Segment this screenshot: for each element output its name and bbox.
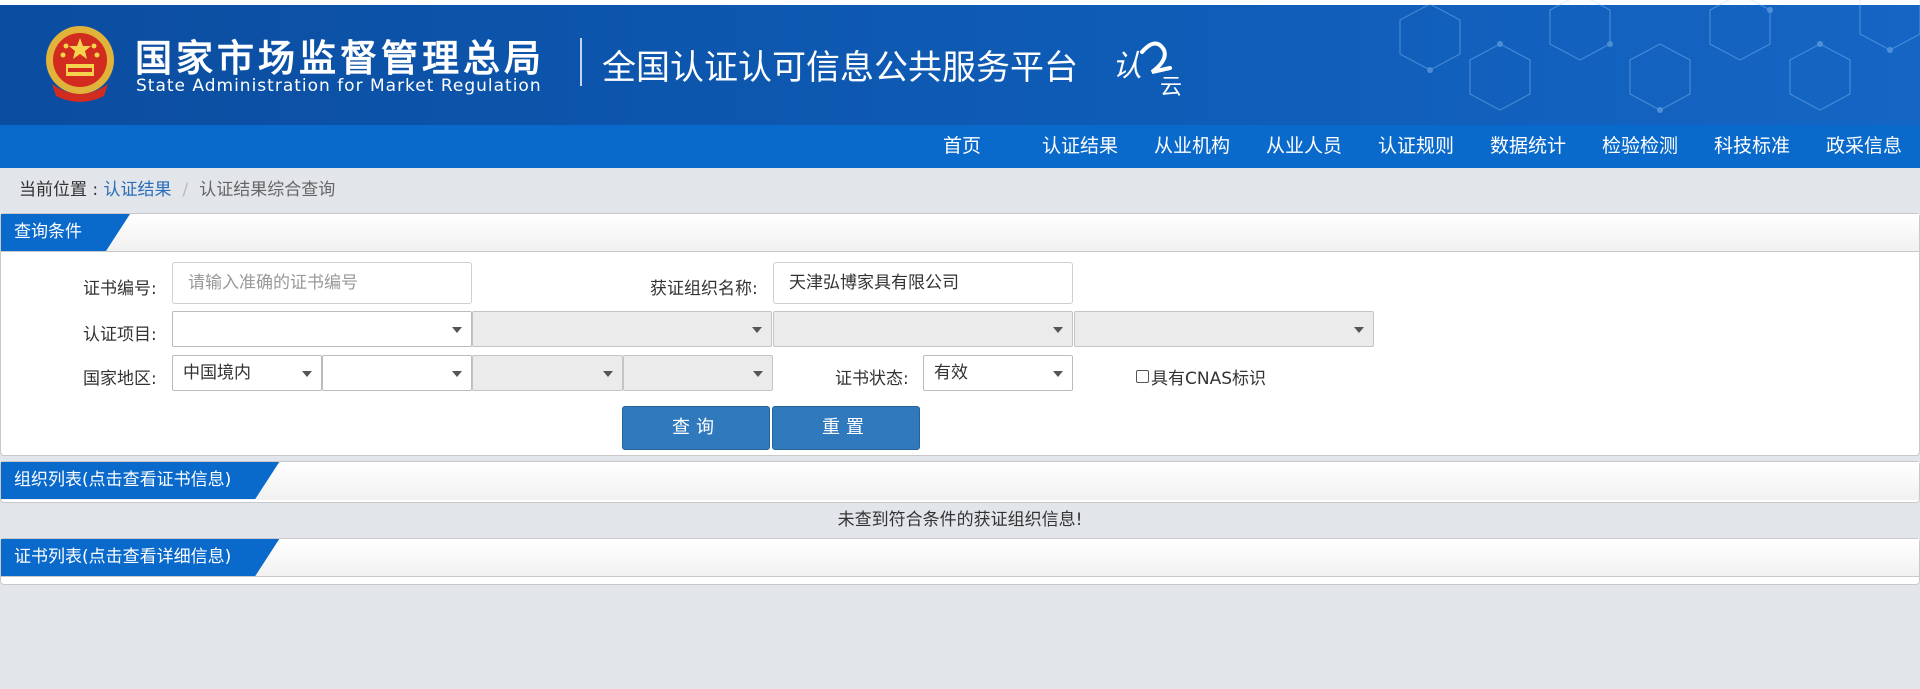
cnas-checkbox-wrap[interactable]: 具有CNAS标识 bbox=[1136, 364, 1266, 389]
chevron-down-icon bbox=[752, 327, 762, 333]
breadcrumb-link-cert-results[interactable]: 认证结果 bbox=[104, 180, 172, 200]
org-name-english: State Administration for Market Regulati… bbox=[136, 76, 542, 96]
query-panel-title: 查询条件 bbox=[1, 214, 130, 251]
org-name-chinese: 国家市场监督管理总局 bbox=[135, 37, 545, 80]
cloud-logo-icon: 认 云 bbox=[1112, 41, 1182, 98]
status-select-value: 有效 bbox=[934, 363, 968, 383]
cert-list-panel: 证书列表(点击查看详细信息) bbox=[0, 538, 1920, 585]
nav-item-institutions[interactable]: 从业机构 bbox=[1136, 125, 1248, 168]
cert-list-title: 证书列表(点击查看详细信息) bbox=[1, 539, 279, 576]
chevron-down-icon bbox=[603, 371, 613, 377]
chevron-down-icon bbox=[452, 327, 462, 333]
nav-item-home[interactable]: 首页 bbox=[912, 125, 1012, 168]
org-name-input[interactable]: 天津弘博家具有限公司 bbox=[773, 262, 1073, 304]
national-emblem-icon bbox=[46, 26, 114, 102]
org-name-label: 获证组织名称: bbox=[650, 279, 758, 299]
chevron-down-icon bbox=[452, 371, 462, 377]
org-list-header: 组织列表(点击查看证书信息) bbox=[1, 462, 1919, 500]
breadcrumb-current: 认证结果综合查询 bbox=[199, 180, 336, 200]
region-select-country[interactable]: 中国境内 bbox=[172, 355, 322, 391]
nav-item-statistics[interactable]: 数据统计 bbox=[1472, 125, 1584, 168]
platform-title: 全国认证认可信息公共服务平台 bbox=[602, 48, 1078, 88]
breadcrumb-prefix: 当前位置 : bbox=[19, 180, 104, 200]
header-divider bbox=[580, 38, 582, 86]
nav-item-standards[interactable]: 科技标准 bbox=[1696, 125, 1808, 168]
nav-item-cert-results[interactable]: 认证结果 bbox=[1024, 125, 1136, 168]
project-select-4[interactable] bbox=[1074, 311, 1374, 347]
cnas-checkbox-label: 具有CNAS标识 bbox=[1151, 369, 1267, 389]
chevron-down-icon bbox=[1053, 371, 1063, 377]
org-list-empty-message: 未查到符合条件的获证组织信息! bbox=[837, 510, 1083, 530]
logo-char-1: 认 bbox=[1112, 49, 1142, 84]
status-select[interactable]: 有效 bbox=[923, 355, 1073, 391]
org-list-title: 组织列表(点击查看证书信息) bbox=[1, 462, 279, 499]
logo-char-2: 云 bbox=[1160, 75, 1182, 98]
project-label: 认证项目: bbox=[83, 325, 157, 345]
hexagon-pattern-decoration bbox=[1399, 0, 1920, 113]
search-button[interactable]: 查询 bbox=[622, 406, 770, 450]
cert-no-label: 证书编号: bbox=[83, 279, 157, 299]
chevron-down-icon bbox=[1053, 327, 1063, 333]
chevron-down-icon bbox=[302, 371, 312, 377]
site-header: 国家市场监督管理总局 State Administration for Mark… bbox=[0, 0, 1920, 125]
nav-item-procurement[interactable]: 政采信息 bbox=[1808, 125, 1920, 168]
chevron-down-icon bbox=[1354, 327, 1364, 333]
region-select-district[interactable] bbox=[623, 355, 773, 391]
region-select-province[interactable] bbox=[322, 355, 472, 391]
region-select-value: 中国境内 bbox=[183, 363, 251, 383]
project-select-2[interactable] bbox=[472, 311, 772, 347]
region-label: 国家地区: bbox=[83, 369, 157, 389]
cert-no-input[interactable]: 请输入准确的证书编号 bbox=[172, 262, 472, 304]
project-select-3[interactable] bbox=[773, 311, 1073, 347]
query-form: 证书编号: 请输入准确的证书编号 获证组织名称: 天津弘博家具有限公司 认证项目… bbox=[1, 252, 1919, 456]
cnas-checkbox[interactable] bbox=[1136, 370, 1149, 383]
nav-item-rules[interactable]: 认证规则 bbox=[1360, 125, 1472, 168]
org-list-panel: 组织列表(点击查看证书信息) bbox=[0, 461, 1920, 503]
breadcrumb: 当前位置 : 认证结果 / 认证结果综合查询 bbox=[0, 168, 1920, 213]
main-nav: 首页 认证结果 从业机构 从业人员 认证规则 数据统计 检验检测 科技标准 政采… bbox=[0, 125, 1920, 168]
query-panel-header: 查询条件 bbox=[1, 214, 1919, 252]
project-select-1[interactable] bbox=[172, 311, 472, 347]
status-label: 证书状态: bbox=[835, 369, 909, 389]
reset-button[interactable]: 重置 bbox=[772, 406, 920, 450]
breadcrumb-separator: / bbox=[182, 180, 189, 200]
chevron-down-icon bbox=[753, 371, 763, 377]
nav-item-inspection[interactable]: 检验检测 bbox=[1584, 125, 1696, 168]
cert-list-header: 证书列表(点击查看详细信息) bbox=[1, 539, 1919, 577]
region-select-city[interactable] bbox=[472, 355, 623, 391]
nav-item-personnel[interactable]: 从业人员 bbox=[1248, 125, 1360, 168]
nav-list: 首页 认证结果 从业机构 从业人员 认证规则 数据统计 检验检测 科技标准 政采… bbox=[912, 125, 1920, 168]
query-panel: 查询条件 证书编号: 请输入准确的证书编号 获证组织名称: 天津弘博家具有限公司… bbox=[0, 213, 1920, 456]
